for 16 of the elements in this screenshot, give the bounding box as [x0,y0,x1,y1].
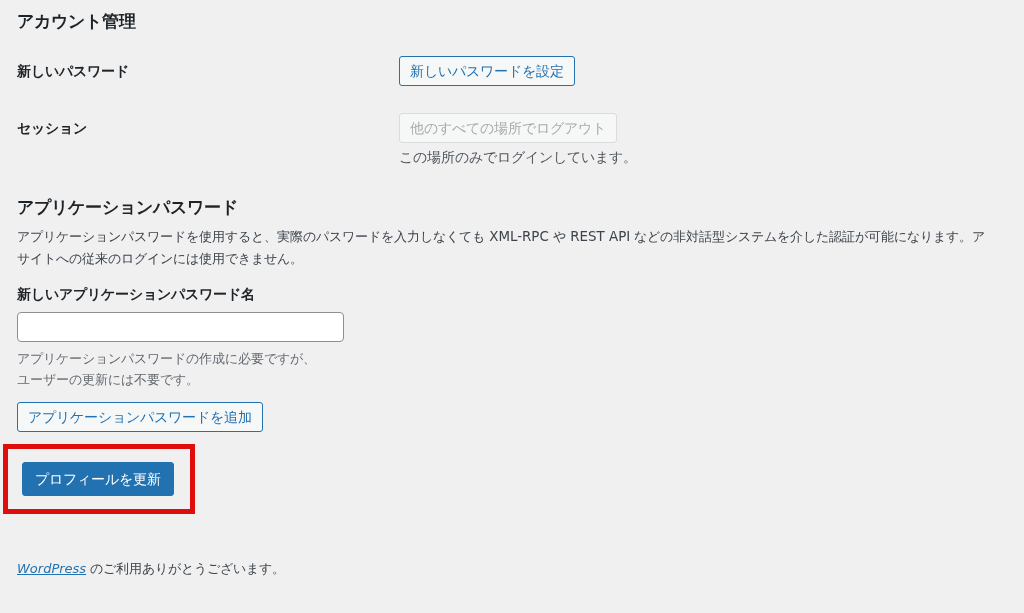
field-label: 新しいパスワード [17,62,130,81]
description-text: アプリケーションパスワードを使用すると、実際のパスワードを入力しなくても XML-RPC や REST API などの非対話型システムを介した認証が可能になります。ア [17,228,987,246]
session-note: この場所のみでログインしています。 [399,148,637,167]
app-password-name-field[interactable] [17,312,344,342]
field-hint: ユーザーの更新には不要です。 [17,371,200,389]
update-profile-button[interactable]: プロフィールを更新 [22,462,174,496]
section-heading: アカウント管理 [17,10,137,33]
description-text: サイトへの従来のログインには使用できません。 [17,250,304,268]
field-label: 新しいアプリケーションパスワード名 [17,285,256,304]
set-password-button[interactable]: 新しいパスワードを設定 [399,56,575,86]
add-app-password-button[interactable]: アプリケーションパスワードを追加 [17,402,263,432]
field-label: セッション [17,119,88,138]
wordpress-link[interactable]: WordPress [17,561,87,576]
section-heading: アプリケーションパスワード [17,196,239,219]
footer-text: のご利用ありがとうございます。 [90,561,286,576]
field-hint: アプリケーションパスワードの作成に必要ですが、 [17,350,317,368]
